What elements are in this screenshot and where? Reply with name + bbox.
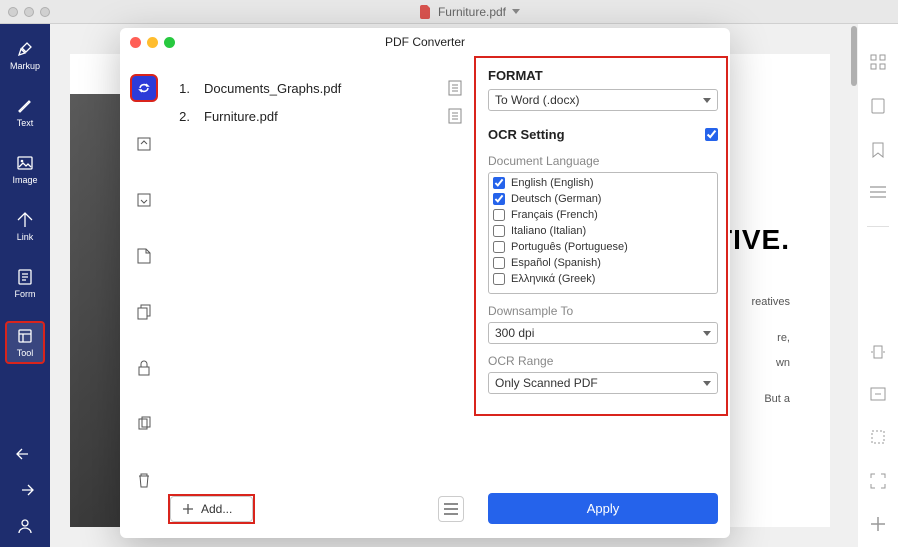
modal-tool-column	[120, 56, 168, 538]
lang-checkbox[interactable]	[493, 177, 505, 189]
page-corner-tool-button[interactable]	[130, 242, 158, 270]
text-icon	[16, 97, 34, 115]
modal-titlebar: PDF Converter	[120, 28, 730, 56]
image-icon	[16, 154, 34, 172]
merge-tool-button[interactable]	[130, 186, 158, 214]
modal-title: PDF Converter	[120, 35, 730, 49]
lang-item[interactable]: Italiano (Italian)	[491, 223, 715, 239]
lang-item[interactable]: English (English)	[491, 175, 715, 191]
lang-item[interactable]: Español (Spanish)	[491, 255, 715, 271]
left-sidebar: Markup Text Image Link Form Tool	[0, 24, 50, 547]
add-button-highlight: Add...	[168, 494, 255, 524]
right-sidebar	[858, 24, 898, 547]
lang-checkbox[interactable]	[493, 209, 505, 221]
lang-checkbox[interactable]	[493, 225, 505, 237]
lang-item[interactable]: Français (French)	[491, 207, 715, 223]
fit-page-icon[interactable]	[870, 387, 886, 401]
sidebar-item-link[interactable]: Link	[5, 207, 45, 246]
ocr-range-select[interactable]: Only Scanned PDF	[488, 372, 718, 394]
sidebar-item-markup[interactable]: Markup	[5, 36, 45, 75]
scrollbar-thumb[interactable]	[851, 26, 857, 86]
chevron-down-icon	[512, 9, 520, 15]
file-name: Furniture.pdf	[204, 109, 434, 124]
format-heading: FORMAT	[488, 68, 718, 83]
menu-icon[interactable]	[870, 186, 886, 198]
lang-item[interactable]: Deutsch (German)	[491, 191, 715, 207]
minimize-light-main[interactable]	[24, 7, 34, 17]
file-row[interactable]: 2. Furniture.pdf	[168, 102, 468, 130]
tool-icon	[16, 327, 34, 345]
main-traffic-lights	[8, 7, 50, 17]
scrollbar[interactable]	[850, 24, 858, 547]
sidebar-label: Text	[17, 118, 34, 128]
link-icon	[16, 211, 34, 229]
lang-checkbox[interactable]	[493, 273, 505, 285]
screenshot-icon[interactable]	[870, 473, 886, 489]
lang-checkbox[interactable]	[493, 257, 505, 269]
downsample-select[interactable]: 300 dpi	[488, 322, 718, 344]
pdf-converter-modal: PDF Converter 1. Documents_Graphs.pdf 2.…	[120, 28, 730, 538]
close-light-main[interactable]	[8, 7, 18, 17]
file-number: 2.	[168, 109, 190, 124]
sidebar-label: Tool	[17, 348, 34, 358]
grid-icon[interactable]	[870, 54, 886, 70]
options-column: FORMAT To Word (.docx) OCR Setting Docum…	[480, 56, 730, 538]
sidebar-item-text[interactable]: Text	[5, 93, 45, 132]
form-icon	[16, 268, 34, 286]
file-name: Documents_Graphs.pdf	[204, 81, 434, 96]
sidebar-label: Form	[15, 289, 36, 299]
file-number: 1.	[168, 81, 190, 96]
ocr-toggle[interactable]	[705, 128, 718, 141]
file-settings-icon[interactable]	[448, 80, 462, 96]
downsample-label: Downsample To	[488, 304, 718, 318]
titlebar-filename: Furniture.pdf	[438, 5, 506, 19]
zoom-light-main[interactable]	[40, 7, 50, 17]
redo-icon[interactable]	[16, 481, 34, 499]
lang-item[interactable]: Português (Portuguese)	[491, 239, 715, 255]
apply-button[interactable]: Apply	[488, 493, 718, 524]
list-view-button[interactable]	[438, 496, 464, 522]
sidebar-label: Link	[17, 232, 34, 242]
delete-tool-button[interactable]	[130, 466, 158, 494]
main-titlebar: Furniture.pdf	[0, 0, 898, 24]
titlebar-filename-wrap[interactable]: Furniture.pdf	[50, 5, 890, 19]
convert-tool-button[interactable]	[130, 74, 158, 102]
file-settings-icon[interactable]	[448, 108, 462, 124]
sidebar-label: Markup	[10, 61, 40, 71]
lang-item[interactable]: Ελληνικά (Greek)	[491, 271, 715, 287]
format-select[interactable]: To Word (.docx)	[488, 89, 718, 111]
sidebar-item-tool[interactable]: Tool	[5, 321, 45, 364]
ocr-heading: OCR Setting	[488, 127, 718, 142]
language-label: Document Language	[488, 154, 718, 168]
page-copy-tool-button[interactable]	[130, 298, 158, 326]
add-button[interactable]: Add...	[170, 496, 253, 522]
file-row[interactable]: 1. Documents_Graphs.pdf	[168, 74, 468, 102]
file-list-column: 1. Documents_Graphs.pdf 2. Furniture.pdf…	[168, 56, 480, 538]
sidebar-label: Image	[12, 175, 37, 185]
crop-icon[interactable]	[870, 429, 886, 445]
sidebar-item-image[interactable]: Image	[5, 150, 45, 189]
undo-icon[interactable]	[16, 445, 34, 463]
bookmark-icon[interactable]	[872, 142, 884, 158]
plus-icon	[183, 504, 193, 514]
lang-checkbox[interactable]	[493, 193, 505, 205]
duplicate-tool-button[interactable]	[130, 410, 158, 438]
ocr-range-label: OCR Range	[488, 354, 718, 368]
markup-icon	[16, 40, 34, 58]
language-list[interactable]: English (English) Deutsch (German) Franç…	[488, 172, 718, 294]
compress-tool-button[interactable]	[130, 130, 158, 158]
add-label: Add...	[201, 502, 232, 516]
lock-tool-button[interactable]	[130, 354, 158, 382]
fit-width-icon[interactable]	[870, 345, 886, 359]
lang-checkbox[interactable]	[493, 241, 505, 253]
user-icon[interactable]	[16, 517, 34, 535]
document-icon	[420, 5, 432, 19]
plus-icon[interactable]	[871, 517, 885, 531]
page-icon[interactable]	[871, 98, 885, 114]
sidebar-item-form[interactable]: Form	[5, 264, 45, 303]
